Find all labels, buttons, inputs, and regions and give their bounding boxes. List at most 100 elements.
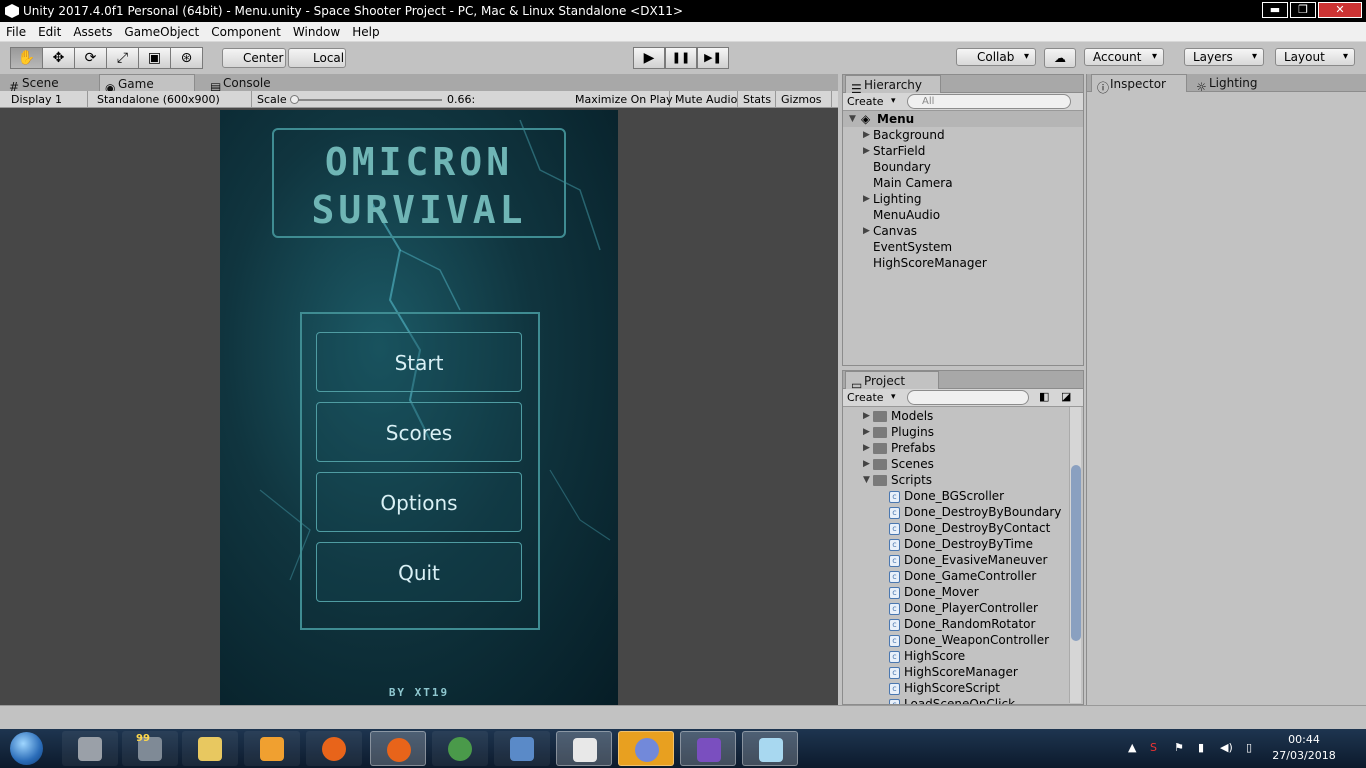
pivot-center-button[interactable]: Center: [222, 48, 286, 68]
taskbar-unity[interactable]: [556, 731, 612, 766]
tab-hierarchy[interactable]: ☰ Hierarchy: [845, 75, 941, 96]
game-view[interactable]: OMICRON SURVIVAL Start Scores Options Qu…: [220, 110, 618, 705]
taskbar-discord[interactable]: [618, 731, 674, 766]
rotate-tool-icon[interactable]: ⟳: [74, 47, 107, 69]
scale-tool-icon[interactable]: ⤢: [106, 47, 139, 69]
hand-tool-icon[interactable]: ✋: [10, 47, 43, 69]
project-scrollbar-thumb[interactable]: [1071, 465, 1081, 641]
expand-arrow-icon[interactable]: ▶: [863, 223, 870, 239]
project-script[interactable]: c Done_BGScroller: [843, 488, 1083, 504]
project-script[interactable]: c Done_DestroyByTime: [843, 536, 1083, 552]
options-button[interactable]: Options: [316, 472, 522, 532]
tab-project[interactable]: ▭ Project: [845, 371, 939, 392]
stats-toggle[interactable]: Stats: [738, 91, 776, 108]
rect-tool-icon[interactable]: ▣: [138, 47, 171, 69]
project-script[interactable]: c Done_GameController: [843, 568, 1083, 584]
tab-game[interactable]: ◉ Game: [99, 74, 195, 95]
filter-label-icon[interactable]: ◪: [1061, 390, 1071, 403]
display-dropdown[interactable]: Display 1: [6, 91, 88, 108]
menu-help[interactable]: Help: [346, 22, 385, 42]
project-script[interactable]: c Done_WeaponController: [843, 632, 1083, 648]
project-folder[interactable]: ▶ Prefabs: [843, 440, 1083, 456]
quit-button[interactable]: Quit: [316, 542, 522, 602]
project-create-button[interactable]: Create: [847, 390, 896, 405]
menu-window[interactable]: Window: [287, 22, 346, 42]
taskbar-app-2[interactable]: 99: [122, 731, 178, 766]
expand-down-icon[interactable]: ▼: [863, 472, 870, 488]
hierarchy-item[interactable]: ▶ Canvas: [843, 223, 1083, 239]
hierarchy-item[interactable]: ▶ StarField: [843, 143, 1083, 159]
taskbar-firefox[interactable]: [306, 731, 362, 766]
expand-arrow-icon[interactable]: ▶: [863, 191, 870, 207]
maximize-button[interactable]: ❐: [1290, 2, 1316, 18]
expand-arrow-icon[interactable]: ▶: [863, 456, 870, 472]
move-tool-icon[interactable]: ✥: [42, 47, 75, 69]
tab-console[interactable]: ▤ Console: [205, 74, 295, 94]
project-folder[interactable]: ▶ Plugins: [843, 424, 1083, 440]
taskbar-network[interactable]: [432, 731, 488, 766]
tab-inspector[interactable]: ⓘ Inspector: [1091, 74, 1187, 95]
tab-lighting[interactable]: ☼ Lighting: [1191, 74, 1281, 94]
scores-button[interactable]: Scores: [316, 402, 522, 462]
menu-file[interactable]: File: [0, 22, 32, 42]
play-button[interactable]: ▶: [633, 47, 665, 69]
taskbar-firefox-2[interactable]: [370, 731, 426, 766]
project-script[interactable]: c Done_PlayerController: [843, 600, 1083, 616]
tray-security-icon[interactable]: S: [1150, 741, 1157, 754]
gizmos-dropdown[interactable]: Gizmos: [776, 91, 832, 108]
project-script[interactable]: c Done_RandomRotator: [843, 616, 1083, 632]
project-folder[interactable]: ▶ Scenes: [843, 456, 1083, 472]
hierarchy-item[interactable]: ▶ Lighting: [843, 191, 1083, 207]
expand-arrow-icon[interactable]: ▶: [863, 424, 870, 440]
account-dropdown[interactable]: Account: [1084, 48, 1164, 66]
scale-slider-handle[interactable]: [290, 95, 299, 104]
project-search-input[interactable]: [907, 390, 1029, 405]
step-button[interactable]: ▶❚: [697, 47, 729, 69]
project-script[interactable]: c Done_DestroyByBoundary: [843, 504, 1083, 520]
collab-dropdown[interactable]: Collab: [956, 48, 1036, 66]
tray-battery-icon[interactable]: ▯: [1246, 741, 1252, 754]
expand-arrow-icon[interactable]: ▶: [863, 127, 870, 143]
hierarchy-create-button[interactable]: Create: [847, 94, 896, 109]
mute-audio-toggle[interactable]: Mute Audio: [670, 91, 738, 108]
hierarchy-item[interactable]: EventSystem: [843, 239, 1083, 255]
project-script[interactable]: c HighScoreManager: [843, 664, 1083, 680]
taskbar-media[interactable]: [244, 731, 300, 766]
filter-type-icon[interactable]: ◧: [1039, 390, 1049, 403]
scene-row[interactable]: ▼ ◈ Menu: [843, 111, 1083, 127]
expand-arrow-icon[interactable]: ▶: [863, 408, 870, 424]
close-button[interactable]: ✕: [1318, 2, 1362, 18]
expand-arrow-icon[interactable]: ▶: [863, 440, 870, 456]
scale-slider[interactable]: [290, 95, 442, 104]
hierarchy-item[interactable]: MenuAudio: [843, 207, 1083, 223]
taskbar-explorer[interactable]: [182, 731, 238, 766]
menu-gameobject[interactable]: GameObject: [118, 22, 205, 42]
clock[interactable]: 00:44 27/03/2018: [1264, 732, 1344, 764]
taskbar-keyboard[interactable]: [494, 731, 550, 766]
start-button[interactable]: [6, 731, 46, 766]
taskbar-notepad[interactable]: [742, 731, 798, 766]
menu-edit[interactable]: Edit: [32, 22, 67, 42]
layers-dropdown[interactable]: Layers: [1184, 48, 1264, 66]
project-script[interactable]: c Done_EvasiveManeuver: [843, 552, 1083, 568]
project-scrollbar[interactable]: [1069, 407, 1081, 703]
hierarchy-item[interactable]: Main Camera: [843, 175, 1083, 191]
project-script[interactable]: c HighScore: [843, 648, 1083, 664]
cloud-icon[interactable]: ☁: [1044, 48, 1076, 68]
hierarchy-item[interactable]: ▶ Background: [843, 127, 1083, 143]
start-button[interactable]: Start: [316, 332, 522, 392]
maximize-on-play-toggle[interactable]: Maximize On Play: [570, 91, 673, 108]
pause-button[interactable]: ❚❚: [665, 47, 697, 69]
hierarchy-item[interactable]: Boundary: [843, 159, 1083, 175]
taskbar-visual-studio[interactable]: [680, 731, 736, 766]
layout-dropdown[interactable]: Layout: [1275, 48, 1355, 66]
taskbar-app-1[interactable]: [62, 731, 118, 766]
minimize-button[interactable]: ▬: [1262, 2, 1288, 18]
transform-tool-icon[interactable]: ⊛: [170, 47, 203, 69]
tray-network-icon[interactable]: ▮: [1198, 741, 1204, 754]
tray-expand-icon[interactable]: ▲: [1128, 741, 1136, 754]
menu-assets[interactable]: Assets: [67, 22, 118, 42]
expand-arrow-icon[interactable]: ▶: [863, 143, 870, 159]
tray-flag-icon[interactable]: ⚑: [1174, 741, 1184, 754]
hierarchy-search-input[interactable]: All: [907, 94, 1071, 109]
